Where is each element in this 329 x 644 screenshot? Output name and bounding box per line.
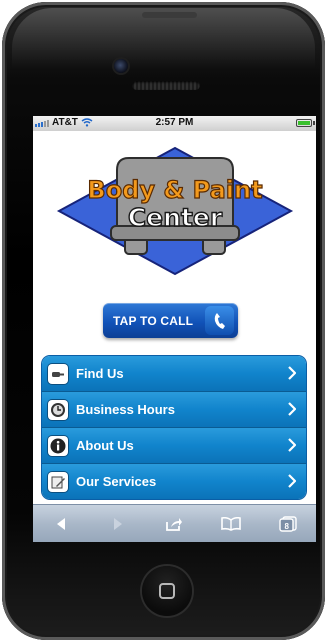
iphone-frame: AT&T 2:57 PM Body & Paint Center TAP TO … xyxy=(2,2,325,640)
phone-screen: AT&T 2:57 PM Body & Paint Center TAP TO … xyxy=(33,116,316,542)
back-button[interactable] xyxy=(49,514,73,534)
browser-toolbar: 8 xyxy=(33,504,316,542)
home-square-icon xyxy=(159,583,175,599)
battery-icon xyxy=(296,119,312,127)
info-icon xyxy=(48,435,68,456)
menu-item-label: Our Services xyxy=(76,474,157,489)
body-paint-center-logo: Body & Paint Center xyxy=(56,146,294,276)
menu-item-business-hours[interactable]: Business Hours xyxy=(42,392,306,428)
tap-to-call-button[interactable]: TAP TO CALL xyxy=(103,303,238,338)
clock-icon xyxy=(48,399,68,420)
top-speaker xyxy=(142,12,197,18)
chevron-right-icon xyxy=(288,438,296,452)
menu-item-our-services[interactable]: Our Services xyxy=(42,464,306,499)
logo-line1: Body & Paint xyxy=(87,176,262,204)
logo-line2: Center xyxy=(128,203,223,232)
call-button-label: TAP TO CALL xyxy=(113,313,194,328)
share-button[interactable] xyxy=(162,514,186,534)
menu-item-find-us[interactable]: Find Us xyxy=(42,356,306,392)
home-button[interactable] xyxy=(142,566,192,616)
status-time: 2:57 PM xyxy=(155,117,194,128)
chevron-right-icon xyxy=(288,366,296,380)
open-book-icon xyxy=(221,517,241,531)
front-camera xyxy=(114,59,128,73)
menu-item-about-us[interactable]: About Us xyxy=(42,428,306,464)
share-icon xyxy=(166,518,183,531)
forward-arrow-icon xyxy=(113,518,122,530)
chevron-right-icon xyxy=(288,402,296,416)
back-arrow-icon xyxy=(57,518,66,530)
bookmarks-button[interactable] xyxy=(219,514,243,534)
status-bar: AT&T 2:57 PM xyxy=(33,116,316,131)
battery-tip xyxy=(313,121,315,125)
phone-handset-icon xyxy=(205,306,234,335)
tabs-count: 8 xyxy=(284,521,289,531)
earpiece-speaker xyxy=(132,81,200,90)
tabs-button[interactable]: 8 xyxy=(276,514,300,534)
car-key-icon xyxy=(48,363,68,384)
paper-pencil-icon xyxy=(48,471,68,492)
main-menu: Find Us Business Hours About Us Our Serv… xyxy=(42,356,306,499)
menu-item-label: Business Hours xyxy=(76,402,175,417)
forward-button[interactable] xyxy=(106,514,130,534)
menu-item-label: About Us xyxy=(76,438,134,453)
chevron-right-icon xyxy=(288,474,296,488)
menu-item-label: Find Us xyxy=(76,366,124,381)
